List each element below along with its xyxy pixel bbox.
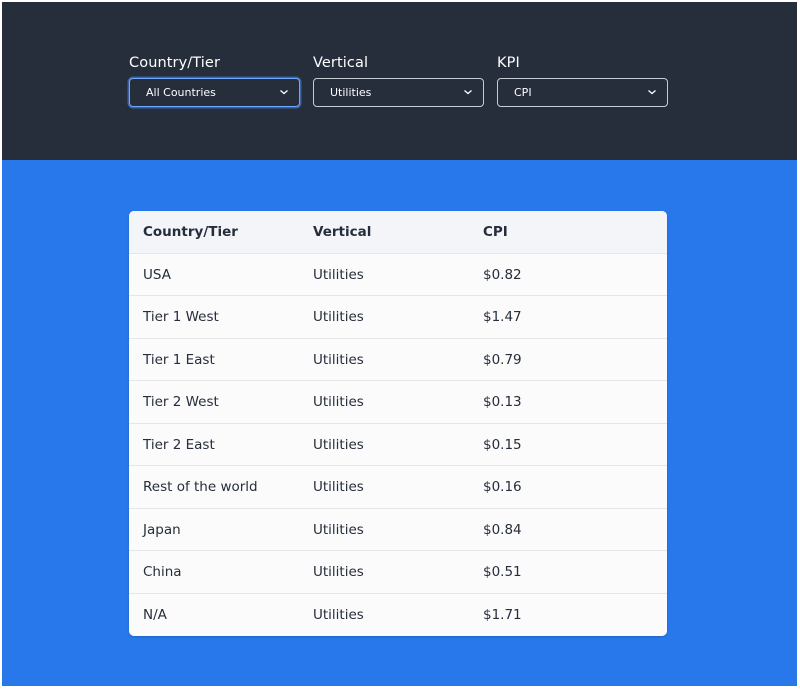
vertical-cell: Utilities xyxy=(313,394,364,410)
table-row: Tier 2 East Utilities $0.15 xyxy=(129,424,667,466)
country-filter-label: Country/Tier xyxy=(129,55,221,71)
country-select-value: All Countries xyxy=(146,86,216,99)
country-cell: Rest of the world xyxy=(143,479,258,495)
country-cell: Tier 1 West xyxy=(143,309,219,325)
vertical-cell: Utilities xyxy=(313,479,364,495)
column-header-kpi[interactable]: CPI xyxy=(483,211,508,253)
vertical-cell: Utilities xyxy=(313,564,364,580)
chevron-down-icon xyxy=(280,90,288,95)
cpi-table: Country/Tier Vertical CPI USA Utilities … xyxy=(129,211,667,636)
vertical-cell: Utilities xyxy=(313,351,364,368)
table-row: Japan Utilities $0.84 xyxy=(129,509,667,551)
country-cell: N/A xyxy=(143,606,167,623)
table-row: Tier 1 West Utilities $1.47 xyxy=(129,296,667,339)
column-header-country[interactable]: Country/Tier xyxy=(143,211,238,253)
vertical-cell: Utilities xyxy=(313,309,364,325)
cpi-cell: $0.16 xyxy=(483,479,522,495)
table-row: Tier 2 West Utilities $0.13 xyxy=(129,381,667,424)
table-row: USA Utilities $0.82 xyxy=(129,254,667,296)
country-cell: Tier 2 East xyxy=(143,436,215,453)
table-header-row: Country/Tier Vertical CPI xyxy=(129,211,667,254)
country-filter: Country/Tier All Countries xyxy=(129,54,300,107)
vertical-filter: Vertical Utilities xyxy=(313,54,484,107)
country-cell: China xyxy=(143,564,182,580)
kpi-filter-label: KPI xyxy=(497,55,520,71)
table-row: Rest of the world Utilities $0.16 xyxy=(129,466,667,509)
country-cell: Japan xyxy=(143,521,181,538)
vertical-filter-label: Vertical xyxy=(313,55,369,71)
chevron-down-icon xyxy=(648,90,656,95)
kpi-select-value: CPI xyxy=(514,86,532,99)
country-cell: Tier 2 West xyxy=(143,394,219,410)
kpi-select[interactable]: CPI xyxy=(497,78,668,107)
cpi-cell: $0.13 xyxy=(483,394,522,410)
kpi-filter: KPI CPI xyxy=(497,54,668,107)
vertical-cell: Utilities xyxy=(313,266,364,283)
cpi-cell: $0.82 xyxy=(483,266,522,283)
vertical-cell: Utilities xyxy=(313,521,364,538)
country-cell: Tier 1 East xyxy=(143,351,215,368)
vertical-select[interactable]: Utilities xyxy=(313,78,484,107)
country-select[interactable]: All Countries xyxy=(129,78,300,107)
vertical-cell: Utilities xyxy=(313,606,364,623)
cpi-cell: $0.79 xyxy=(483,351,522,368)
app-frame: Country/Tier All Countries Vertical Util… xyxy=(2,2,797,686)
chevron-down-icon xyxy=(464,90,472,95)
cpi-cell: $0.51 xyxy=(483,564,522,580)
table-row: Tier 1 East Utilities $0.79 xyxy=(129,339,667,381)
cpi-cell: $1.47 xyxy=(483,309,522,325)
vertical-cell: Utilities xyxy=(313,436,364,453)
vertical-select-value: Utilities xyxy=(330,86,372,99)
filter-bar: Country/Tier All Countries Vertical Util… xyxy=(2,2,797,160)
column-header-vertical[interactable]: Vertical xyxy=(313,211,371,253)
cpi-cell: $0.84 xyxy=(483,521,522,538)
table-row: China Utilities $0.51 xyxy=(129,551,667,594)
country-cell: USA xyxy=(143,266,171,283)
cpi-cell: $0.15 xyxy=(483,436,522,453)
table-row: N/A Utilities $1.71 xyxy=(129,594,667,637)
cpi-cell: $1.71 xyxy=(483,606,522,623)
